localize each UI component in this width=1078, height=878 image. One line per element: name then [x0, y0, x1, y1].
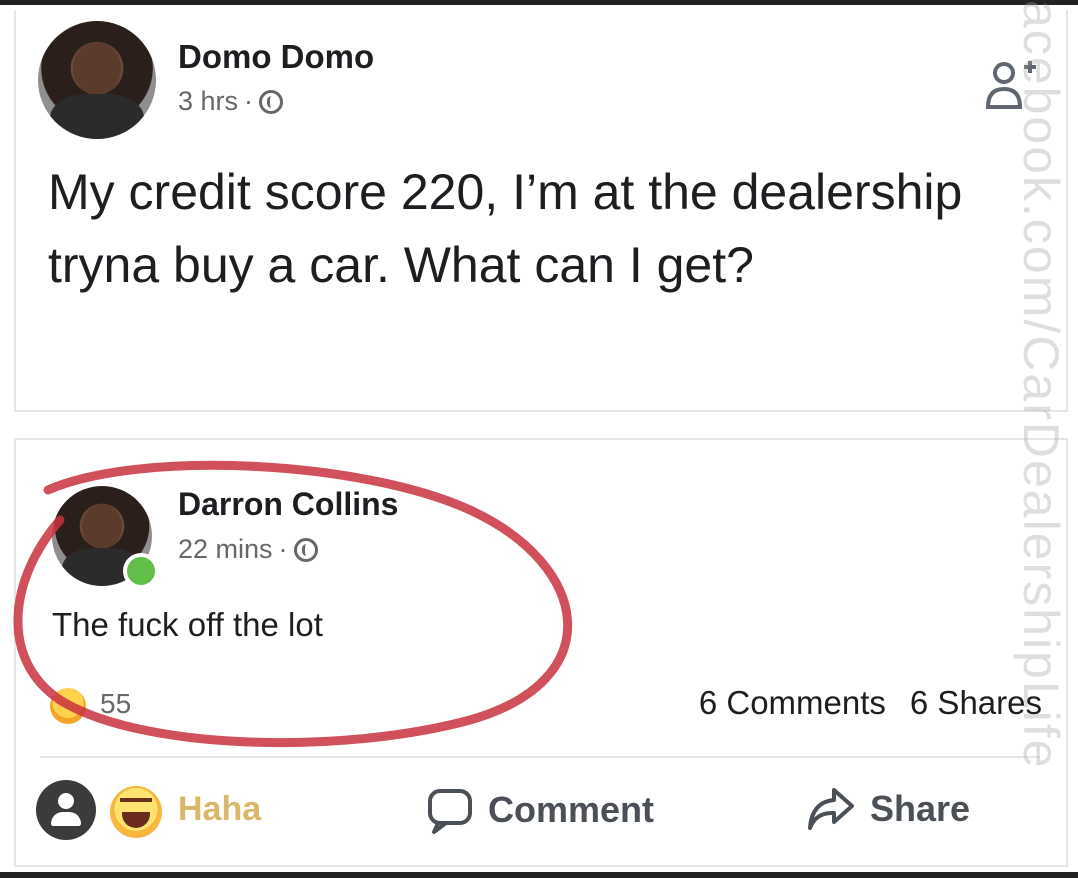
profile-head — [58, 793, 74, 809]
meta-separator: · — [244, 86, 254, 116]
post-meta: 3 hrs · — [178, 86, 284, 117]
avatar-shirt — [49, 94, 145, 139]
haha-eyes — [120, 798, 152, 810]
globe-icon — [293, 537, 318, 562]
top-border — [0, 0, 1078, 5]
post-text: My credit score 220, I’m at the dealersh… — [48, 164, 963, 293]
haha-reaction-icon[interactable] — [50, 688, 86, 724]
post-author-name[interactable]: Domo Domo — [178, 38, 374, 76]
avatar-face — [73, 42, 121, 96]
meta-separator: · — [278, 534, 288, 564]
reaction-count[interactable]: 55 — [100, 688, 131, 720]
actions-divider — [40, 756, 1040, 758]
haha-button-label[interactable]: Haha — [178, 790, 261, 829]
online-status-dot — [123, 553, 159, 589]
haha-icon[interactable] — [110, 786, 162, 838]
comment-button-label: Comment — [488, 789, 655, 830]
watermark-text: acebook.com/CarDealershipLife — [1013, 0, 1069, 770]
comment-text: The fuck off the lot — [52, 606, 323, 643]
commenter-name[interactable]: Darron Collins — [178, 486, 398, 523]
comment-button[interactable]: Comment — [426, 786, 654, 834]
post-time[interactable]: 3 hrs — [178, 86, 238, 117]
share-button[interactable]: Share — [806, 786, 970, 832]
comment-time[interactable]: 22 mins — [178, 534, 273, 565]
avatar-face — [82, 504, 122, 549]
share-button-label: Share — [870, 788, 971, 829]
haha-mouth — [122, 812, 150, 828]
author-avatar[interactable] — [38, 21, 156, 139]
bottom-border — [0, 872, 1078, 878]
comment-icon — [428, 789, 472, 834]
share-icon — [808, 788, 854, 830]
profile-body — [51, 812, 81, 826]
comments-count[interactable]: 6 Comments — [699, 684, 886, 722]
user-profile-icon[interactable] — [36, 780, 96, 840]
globe-icon — [259, 89, 284, 114]
comment-meta: 22 mins · — [178, 534, 318, 565]
engagement-stats: 6 Comments 6 Shares — [699, 684, 1042, 722]
